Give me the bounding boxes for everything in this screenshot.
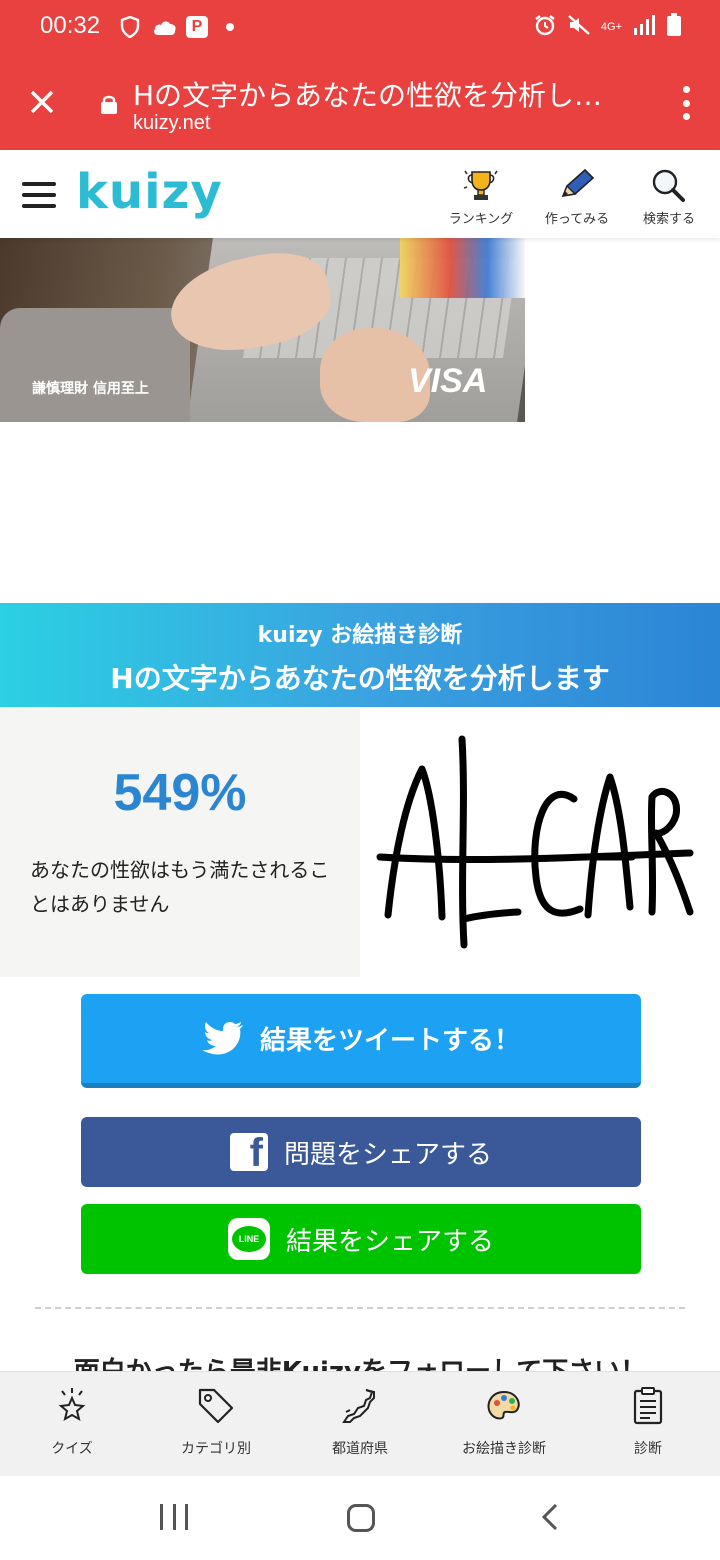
nav-create[interactable]: 作ってみる xyxy=(532,168,622,227)
facebook-share-button[interactable]: f 問題をシェアする xyxy=(81,1117,641,1187)
advertisement-image[interactable]: 謙慎理財 信用至上 VISA xyxy=(0,238,525,422)
nav-ranking[interactable]: ランキング xyxy=(436,168,526,227)
overflow-menu-icon[interactable] xyxy=(682,86,690,120)
system-navigation-bar xyxy=(0,1476,720,1560)
bottom-nav-diagnosis[interactable]: 診断 xyxy=(588,1386,708,1458)
close-icon[interactable] xyxy=(24,84,60,120)
alarm-icon xyxy=(533,13,557,41)
bottom-nav-prefecture[interactable]: 都道府県 xyxy=(300,1386,420,1458)
facebook-icon: f xyxy=(229,1133,268,1171)
banner-subtitle: kuizy お絵描き診断 xyxy=(257,623,463,648)
result-score: 549% xyxy=(113,764,247,822)
bottom-nav-category-label: カテゴリ別 xyxy=(181,1441,251,1457)
bottom-nav-quiz[interactable]: クイズ xyxy=(12,1386,132,1458)
pencil-icon xyxy=(561,168,595,198)
dot-icon xyxy=(226,23,234,31)
lock-icon xyxy=(100,94,118,114)
nav-ranking-label: ランキング xyxy=(448,212,514,227)
result-description: あなたの性欲はもう満たされることはありません xyxy=(30,858,330,916)
star-icon xyxy=(58,1388,86,1422)
clipboard-icon xyxy=(633,1387,663,1425)
status-time: 00:32 xyxy=(40,12,101,39)
bottom-nav-drawing[interactable]: お絵描き診断 xyxy=(444,1386,564,1458)
bottom-nav-diagnosis-label: 診断 xyxy=(634,1441,662,1457)
battery-icon xyxy=(666,13,682,41)
facebook-share-label: 問題をシェアする xyxy=(283,1139,492,1170)
palette-icon xyxy=(487,1390,520,1420)
page-url[interactable]: kuizy.net xyxy=(133,112,210,135)
tweet-result-label: 結果をツイートする！ xyxy=(259,1026,520,1056)
line-share-label: 結果をシェアする xyxy=(285,1226,494,1257)
ad-caption: 謙慎理財 信用至上 xyxy=(32,381,149,397)
nav-search-label: 検索する xyxy=(642,212,695,227)
signal-icon xyxy=(632,14,656,40)
cloud-icon xyxy=(152,14,178,40)
mute-icon xyxy=(567,13,591,41)
result-panel: 549% あなたの性欲はもう満たされることはありません xyxy=(0,707,360,977)
tag-icon xyxy=(198,1388,234,1424)
nav-create-label: 作ってみる xyxy=(544,212,610,227)
bottom-navigation: クイズ カテゴリ別 都道府県 お絵描き診断 診断 xyxy=(0,1371,720,1476)
network-type: 4G+ xyxy=(600,20,622,33)
bottom-nav-category[interactable]: カテゴリ別 xyxy=(156,1386,276,1458)
search-icon xyxy=(652,169,685,202)
hamburger-menu-icon[interactable] xyxy=(22,182,56,208)
visa-logo: VISA xyxy=(408,362,488,400)
shield-icon xyxy=(120,14,142,40)
line-icon: LINE xyxy=(227,1218,270,1260)
p-icon: P xyxy=(186,16,208,38)
bottom-nav-quiz-label: クイズ xyxy=(51,1441,93,1457)
twitter-bird-icon xyxy=(201,1021,243,1054)
map-japan-icon xyxy=(342,1389,375,1423)
site-header: kuizy ランキング 作ってみる 検索する xyxy=(0,150,720,238)
home-icon[interactable] xyxy=(347,1504,375,1532)
divider xyxy=(35,1307,685,1309)
recent-apps-icon[interactable] xyxy=(160,1504,188,1530)
bottom-nav-drawing-label: お絵描き診断 xyxy=(462,1441,546,1457)
banner-title: Hの文字からあなたの性欲を分析します xyxy=(110,662,610,695)
user-drawing xyxy=(360,707,720,977)
site-logo[interactable]: kuizy xyxy=(76,164,223,220)
back-icon[interactable] xyxy=(538,1502,562,1532)
browser-toolbar: Hの文字からあなたの性欲を分析し… kuizy.net xyxy=(0,54,720,150)
tweet-result-button[interactable]: 結果をツイートする！ xyxy=(81,994,641,1088)
status-bar: 00:32 P 4G+ xyxy=(0,0,720,54)
bottom-nav-prefecture-label: 都道府県 xyxy=(332,1441,388,1457)
diagnosis-banner: kuizy お絵描き診断 Hの文字からあなたの性欲を分析します xyxy=(0,603,720,707)
line-share-button[interactable]: LINE 結果をシェアする xyxy=(81,1204,641,1274)
nav-search[interactable]: 検索する xyxy=(624,168,714,227)
page-title[interactable]: Hの文字からあなたの性欲を分析し… xyxy=(133,74,633,114)
trophy-icon xyxy=(463,170,498,200)
